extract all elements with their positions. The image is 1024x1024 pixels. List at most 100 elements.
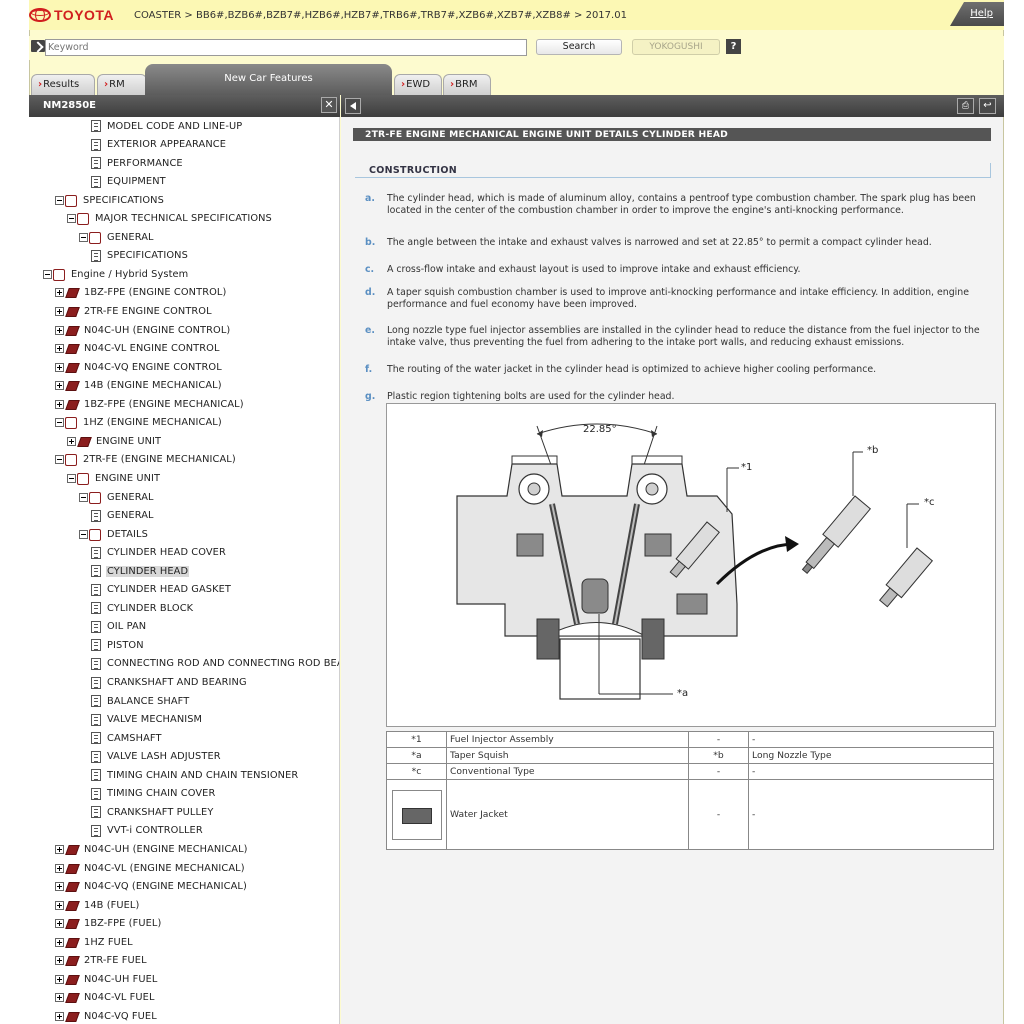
tree-item[interactable]: SPECIFICATIONS — [55, 191, 165, 209]
tree-item[interactable]: DETAILS — [79, 525, 149, 543]
collapse-icon[interactable] — [79, 492, 88, 502]
expand-icon[interactable] — [55, 974, 64, 984]
tree-item[interactable]: 2TR-FE ENGINE CONTROL — [55, 303, 213, 321]
tree-item[interactable]: CRANKSHAFT AND BEARING — [91, 674, 248, 692]
legend-swatch-cell — [386, 779, 447, 850]
back-arrow-icon[interactable] — [345, 98, 361, 114]
tree-item-label: PISTON — [107, 639, 144, 651]
expand-icon[interactable] — [55, 844, 64, 854]
tree-item[interactable]: CAMSHAFT — [91, 729, 163, 747]
tree-item[interactable]: EXTERIOR APPEARANCE — [91, 136, 227, 154]
collapse-icon[interactable] — [79, 529, 88, 539]
expand-icon[interactable] — [55, 362, 64, 372]
expand-icon[interactable] — [55, 399, 64, 409]
tree-item[interactable]: VALVE MECHANISM — [91, 711, 203, 729]
closed-book-icon — [65, 937, 80, 948]
tree-item[interactable]: 2TR-FE FUEL — [55, 952, 148, 970]
expand-icon[interactable] — [55, 307, 64, 316]
tab-ewd[interactable]: ›EWD — [394, 74, 442, 95]
tree-item[interactable]: N04C-VQ FUEL — [55, 1007, 158, 1024]
document-icon — [91, 657, 101, 670]
expand-icon[interactable] — [55, 956, 64, 966]
expand-icon[interactable] — [55, 863, 64, 873]
tree-item[interactable]: N04C-VQ ENGINE CONTROL — [55, 358, 223, 376]
yokogushi-button[interactable]: YOKOGUSHI — [632, 39, 720, 55]
tree-item[interactable]: 1BZ-FPE (ENGINE CONTROL) — [55, 284, 227, 302]
tree-item[interactable]: MODEL CODE AND LINE-UP — [91, 117, 243, 135]
toyota-logo[interactable]: TOYOTA — [29, 5, 114, 25]
collapse-icon[interactable] — [55, 195, 64, 205]
tree-item[interactable]: SPECIFICATIONS — [91, 247, 189, 265]
tree-item[interactable]: PERFORMANCE — [91, 154, 184, 172]
tree-item[interactable]: 2TR-FE (ENGINE MECHANICAL) — [55, 451, 237, 469]
keyword-input[interactable] — [45, 39, 527, 56]
tree-item[interactable]: Engine / Hybrid System — [43, 265, 189, 283]
tree-item[interactable]: 1HZ FUEL — [55, 933, 134, 951]
closed-book-icon — [65, 399, 80, 410]
expand-icon[interactable] — [55, 993, 64, 1003]
expand-icon[interactable] — [55, 882, 64, 892]
help-link[interactable]: Help — [950, 2, 1004, 26]
tree-item[interactable]: TIMING CHAIN COVER — [91, 785, 216, 803]
expand-icon[interactable] — [55, 919, 64, 929]
tree-item[interactable]: N04C-VL FUEL — [55, 989, 156, 1007]
expand-icon[interactable] — [55, 937, 64, 947]
return-icon[interactable]: ↩ — [979, 98, 996, 114]
tree-item[interactable]: MAJOR TECHNICAL SPECIFICATIONS — [67, 210, 273, 228]
expand-icon[interactable] — [55, 344, 64, 354]
tree-item[interactable]: ENGINE UNIT — [67, 432, 162, 450]
tree-item[interactable]: PISTON — [91, 636, 145, 654]
collapse-icon[interactable] — [55, 455, 64, 465]
tree-item[interactable]: N04C-VL ENGINE CONTROL — [55, 340, 221, 358]
tree-item[interactable]: BALANCE SHAFT — [91, 692, 190, 710]
close-icon[interactable]: ✕ — [321, 97, 337, 113]
expand-icon[interactable] — [55, 381, 64, 391]
tree-item[interactable]: N04C-UH (ENGINE CONTROL) — [55, 321, 231, 339]
tab-new-car-features[interactable]: New Car Features — [145, 64, 392, 95]
valve-angle-label: 22.85° — [583, 424, 617, 435]
tree-item-label: N04C-VL (ENGINE MECHANICAL) — [84, 862, 245, 874]
tree-item[interactable]: CYLINDER HEAD — [91, 562, 190, 580]
tree-item[interactable]: ENGINE UNIT — [67, 469, 161, 487]
tree-item[interactable]: GENERAL — [79, 488, 155, 506]
tree-item[interactable]: TIMING CHAIN AND CHAIN TENSIONER — [91, 766, 299, 784]
tree-item[interactable]: N04C-UH FUEL — [55, 970, 158, 988]
tree-item[interactable]: N04C-VL (ENGINE MECHANICAL) — [55, 859, 246, 877]
document-icon — [91, 583, 101, 596]
collapse-icon[interactable] — [67, 473, 76, 483]
tree-item[interactable]: GENERAL — [91, 507, 155, 525]
tree-item[interactable]: N04C-UH (ENGINE MECHANICAL) — [55, 840, 249, 858]
expand-icon[interactable] — [55, 325, 64, 335]
tree-item[interactable]: VVT-i CONTROLLER — [91, 822, 204, 840]
tab-results[interactable]: ›Results — [31, 74, 95, 95]
tree-item[interactable]: N04C-VQ (ENGINE MECHANICAL) — [55, 878, 248, 896]
collapse-icon[interactable] — [79, 232, 88, 242]
collapse-icon[interactable] — [67, 214, 76, 224]
collapse-icon[interactable] — [43, 269, 52, 279]
tree-item[interactable]: 1BZ-FPE (FUEL) — [55, 915, 162, 933]
print-icon[interactable]: ⎙ — [957, 98, 974, 114]
tree-item[interactable]: CYLINDER BLOCK — [91, 599, 194, 617]
search-button[interactable]: Search — [536, 39, 622, 55]
tree-item[interactable]: CYLINDER HEAD GASKET — [91, 581, 232, 599]
tree-item[interactable]: OIL PAN — [91, 618, 147, 636]
collapse-icon[interactable] — [55, 418, 64, 428]
tree-item[interactable]: VALVE LASH ADJUSTER — [91, 748, 222, 766]
expand-icon[interactable] — [55, 288, 64, 298]
tree-item[interactable]: 1HZ (ENGINE MECHANICAL) — [55, 414, 223, 432]
expand-icon[interactable] — [55, 1011, 64, 1021]
tree-item[interactable]: CRANKSHAFT PULLEY — [91, 803, 214, 821]
expand-icon[interactable] — [55, 900, 64, 910]
cylinder-head-diagram: 22.85° *1 *b *c *a — [386, 403, 996, 727]
tab-rm[interactable]: ›RM — [97, 74, 147, 95]
tree-item[interactable]: 14B (FUEL) — [55, 896, 140, 914]
tree-item[interactable]: 1BZ-FPE (ENGINE MECHANICAL) — [55, 395, 245, 413]
expand-icon[interactable] — [67, 436, 76, 446]
tree-item[interactable]: CYLINDER HEAD COVER — [91, 544, 227, 562]
tree-item[interactable]: GENERAL — [79, 228, 155, 246]
tree-item[interactable]: CONNECTING ROD AND CONNECTING ROD BEA — [91, 655, 339, 673]
tree-item[interactable]: EQUIPMENT — [91, 173, 167, 191]
tab-brm[interactable]: ›BRM — [443, 74, 491, 95]
tree-item[interactable]: 14B (ENGINE MECHANICAL) — [55, 377, 223, 395]
question-icon[interactable]: ? — [726, 39, 741, 54]
